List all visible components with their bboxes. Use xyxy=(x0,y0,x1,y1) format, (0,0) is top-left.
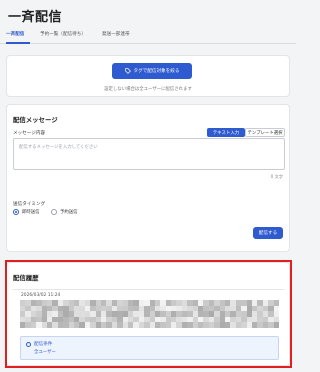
tab-broadcast[interactable]: 一斉配信 xyxy=(6,31,24,37)
tag-filter-label: タグで配信対象を絞る xyxy=(133,69,180,74)
message-textarea[interactable]: 配信するメッセージを入力してください xyxy=(13,138,285,170)
template-select-button[interactable]: テンプレート選択 xyxy=(245,128,285,137)
text-input-mode-button[interactable]: テキスト入力 xyxy=(207,128,245,137)
radio-selected-icon xyxy=(13,209,19,215)
timing-scheduled-radio[interactable]: 予約送信 xyxy=(51,209,78,215)
active-tab-indicator xyxy=(6,42,30,44)
timing-label: 送信タイミング xyxy=(13,202,46,207)
timing-immediate-radio[interactable]: 即時送信 xyxy=(13,209,40,215)
message-card: 配信メッセージ メッセージ内容 テキスト入力 テンプレート選択 配信するメッセー… xyxy=(6,104,290,252)
message-placeholder: 配信するメッセージを入力してください xyxy=(19,145,98,150)
targeting-note: 設定しない場合は全ユーザーに配信されます xyxy=(104,87,192,92)
message-section-title: 配信メッセージ xyxy=(13,116,58,124)
tag-icon xyxy=(124,68,131,74)
char-count: 0 文字 xyxy=(270,174,283,179)
radio-unselected-icon xyxy=(51,209,57,215)
highlight-frame xyxy=(5,260,292,368)
tab-scheduled[interactable]: 予約一覧（配信待ち） xyxy=(40,31,86,37)
timing-scheduled-label: 予約送信 xyxy=(60,210,78,215)
tab-bar: 一斉配信 予約一覧（配信待ち） 発送一部連帯 xyxy=(0,26,296,44)
tab-partial[interactable]: 発送一部連帯 xyxy=(102,31,130,37)
targeting-card: タグで配信対象を絞る 設定しない場合は全ユーザーに配信されます xyxy=(6,55,290,97)
message-content-label: メッセージ内容 xyxy=(13,131,46,136)
send-button[interactable]: 配信する xyxy=(253,227,283,239)
timing-immediate-label: 即時送信 xyxy=(22,210,40,215)
page-title: 一斉配信 xyxy=(8,10,63,25)
tag-filter-button[interactable]: タグで配信対象を絞る xyxy=(112,63,192,79)
